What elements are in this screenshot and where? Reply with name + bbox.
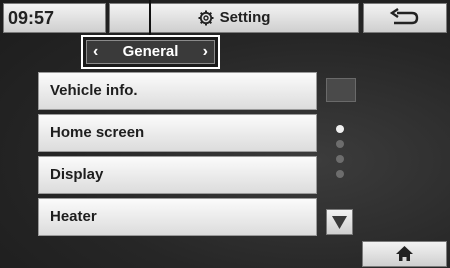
menu-item-display[interactable]: Display bbox=[38, 156, 317, 194]
gear-icon bbox=[198, 10, 214, 26]
home-button[interactable] bbox=[362, 241, 447, 267]
menu-item-heater[interactable]: Heater bbox=[38, 198, 317, 236]
back-button[interactable] bbox=[363, 3, 447, 33]
page-dot-3 bbox=[336, 155, 344, 163]
top-bar: 09:57 Setting bbox=[3, 3, 447, 33]
menu-item-home-screen[interactable]: Home screen bbox=[38, 114, 317, 152]
page-dot-4 bbox=[336, 170, 344, 178]
category-label: General bbox=[122, 43, 179, 60]
settings-screen: 09:57 Setting ‹ General › Vehicle info. … bbox=[0, 0, 450, 268]
back-arrow-icon bbox=[389, 8, 419, 25]
category-selector[interactable]: ‹ General › bbox=[86, 40, 215, 64]
category-selector-highlight: ‹ General › bbox=[81, 35, 220, 69]
page-dot-2 bbox=[336, 140, 344, 148]
menu-item-vehicle-info[interactable]: Vehicle info. bbox=[38, 72, 317, 110]
chevron-right-icon[interactable]: › bbox=[203, 41, 208, 63]
screen-title: Setting bbox=[109, 3, 359, 33]
chevron-left-icon[interactable]: ‹ bbox=[93, 41, 98, 63]
scroll-down-button[interactable] bbox=[326, 209, 353, 235]
down-triangle-icon bbox=[332, 216, 347, 229]
screen-title-text: Setting bbox=[219, 9, 271, 26]
callout-line bbox=[149, 0, 151, 40]
scroll-up-button-disabled bbox=[326, 78, 356, 102]
home-icon bbox=[396, 246, 413, 261]
page-dot-1 bbox=[336, 125, 344, 133]
clock: 09:57 bbox=[3, 3, 106, 33]
